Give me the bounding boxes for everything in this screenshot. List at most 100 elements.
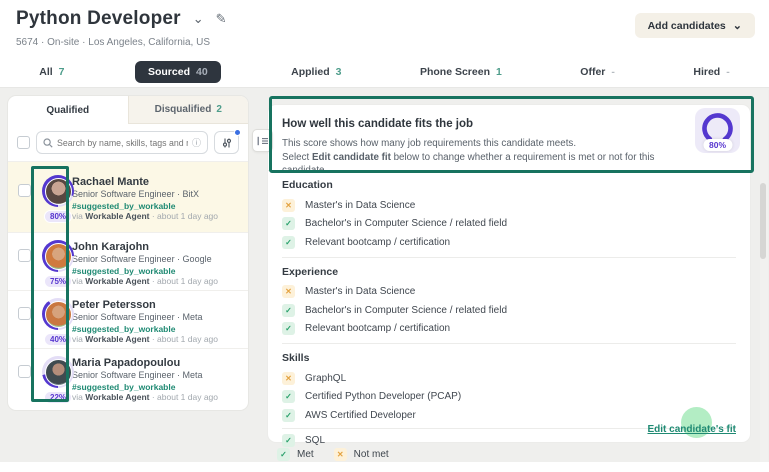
tab-applied[interactable]: Applied3 — [283, 61, 349, 83]
requirement-row: ✓ Relevant bootcamp / certification — [282, 320, 736, 339]
candidate-source: via Workable Agent · about 1 day ago — [72, 276, 248, 287]
candidate-tag[interactable]: #suggested_by_workable — [72, 382, 248, 393]
candidates-panel: Qualified Disqualified2 ⓘ — [8, 96, 248, 410]
edit-candidate-fit-link[interactable]: Edit candidate's fit — [647, 424, 736, 435]
scrollbar-thumb[interactable] — [760, 183, 766, 259]
requirement-row: ✕ GraphQL — [282, 369, 736, 388]
workable-job-pipeline: Python Developer ⌄ ✎ 5674 · On-site · Lo… — [0, 0, 769, 472]
add-candidates-button[interactable]: Add candidates ⌄ — [635, 13, 755, 38]
met-icon: ✓ — [277, 448, 290, 461]
candidate-checkbox[interactable] — [18, 307, 31, 320]
candidate-name[interactable]: Maria Papadopoulou — [72, 356, 248, 370]
chevron-down-icon[interactable]: ⌄ — [193, 14, 204, 24]
requirement-row: ✕ Master's in Data Science — [282, 196, 736, 215]
met-icon: ✓ — [282, 390, 295, 403]
legend-met: ✓ Met — [277, 448, 314, 461]
section-skills: Skills ✕ GraphQL ✓ Certified Python Deve… — [282, 344, 736, 455]
candidate-tag[interactable]: #suggested_by_workable — [72, 201, 248, 212]
match-ring — [42, 240, 74, 272]
collapse-panel-button[interactable] — [252, 129, 273, 152]
stage-tabs: All7 Sourced40 Applied3 Phone Screen1 Of… — [0, 57, 769, 87]
candidate-row[interactable]: 80% Rachael Mante Senior Software Engine… — [8, 162, 248, 232]
fit-header: How well this candidate fits the job Thi… — [268, 105, 750, 171]
met-icon: ✓ — [282, 434, 295, 447]
fit-score-gauge: 80% — [695, 108, 740, 153]
chevron-down-icon: ⌄ — [733, 21, 742, 31]
not-met-icon: ✕ — [282, 199, 295, 212]
requirement-row: ✓ AWS Certified Developer — [282, 406, 736, 425]
header: Python Developer ⌄ ✎ 5674 · On-site · Lo… — [0, 0, 769, 88]
met-icon: ✓ — [282, 304, 295, 317]
met-icon: ✓ — [282, 217, 295, 230]
requirement-row: ✓ Certified Python Developer (PCAP) — [282, 388, 736, 407]
candidate-row[interactable]: 75% John Karajohn Senior Software Engine… — [8, 232, 248, 290]
scrollbar-track — [760, 90, 768, 462]
avatar[interactable] — [45, 301, 72, 328]
search-icon — [43, 138, 53, 148]
fit-score-value: 80% — [703, 139, 732, 151]
candidate-title: Senior Software Engineer · BitX — [72, 189, 248, 201]
candidate-title: Senior Software Engineer · Meta — [72, 312, 248, 324]
avatar[interactable] — [45, 178, 72, 205]
job-meta: 5674 · On-site · Los Angeles, California… — [16, 37, 210, 48]
filter-sliders-icon — [221, 137, 233, 149]
candidate-checkbox[interactable] — [18, 249, 31, 262]
requirement-row: ✕ Master's in Data Science — [282, 283, 736, 302]
match-ring — [42, 175, 74, 207]
legend-not-met: ✕ Not met — [334, 448, 389, 461]
info-icon[interactable]: ⓘ — [192, 136, 201, 149]
tab-disqualified[interactable]: Disqualified2 — [128, 96, 249, 124]
page-title: Python Developer — [16, 8, 181, 30]
candidate-title: Senior Software Engineer · Google — [72, 254, 248, 266]
match-score-badge: 22% — [44, 391, 72, 404]
edit-job-icon[interactable]: ✎ — [216, 11, 227, 27]
avatar[interactable] — [45, 359, 72, 386]
tab-hired[interactable]: Hired- — [685, 61, 737, 83]
tab-all[interactable]: All7 — [31, 61, 72, 83]
tab-sourced[interactable]: Sourced40 — [135, 61, 221, 83]
candidate-source: via Workable Agent · about 1 day ago — [72, 211, 248, 222]
section-education: Education ✕ Master's in Data Science ✓ B… — [282, 171, 736, 258]
tab-qualified[interactable]: Qualified — [8, 96, 128, 124]
not-met-icon: ✕ — [282, 285, 295, 298]
candidate-checkbox[interactable] — [18, 365, 31, 378]
tab-phone-screen[interactable]: Phone Screen1 — [412, 61, 510, 83]
fit-title: How well this candidate fits the job — [282, 118, 670, 130]
match-score-badge: 80% — [44, 210, 72, 223]
match-score-badge: 40% — [44, 333, 72, 346]
met-icon: ✓ — [282, 409, 295, 422]
candidate-tag[interactable]: #suggested_by_workable — [72, 324, 248, 335]
requirement-row: ✓ Bachelor's in Computer Science / relat… — [282, 301, 736, 320]
match-score-badge: 75% — [44, 275, 72, 288]
section-experience: Experience ✕ Master's in Data Science ✓ … — [282, 258, 736, 345]
not-met-icon: ✕ — [334, 448, 347, 461]
tab-offer[interactable]: Offer- — [572, 61, 623, 83]
requirement-row: ✓ Relevant bootcamp / certification — [282, 233, 736, 252]
notification-dot — [234, 129, 241, 136]
not-met-icon: ✕ — [282, 372, 295, 385]
select-all-checkbox[interactable] — [17, 136, 30, 149]
search-input[interactable] — [57, 138, 188, 148]
search-box[interactable]: ⓘ — [36, 131, 208, 154]
candidate-source: via Workable Agent · about 1 day ago — [72, 334, 248, 345]
candidate-name[interactable]: Peter Petersson — [72, 298, 248, 312]
filters-button[interactable] — [214, 131, 239, 154]
candidate-checkbox[interactable] — [18, 184, 31, 197]
fit-legend: ✓ Met ✕ Not met — [277, 448, 389, 461]
candidate-tag[interactable]: #suggested_by_workable — [72, 266, 248, 277]
candidate-fit-panel: How well this candidate fits the job Thi… — [268, 105, 750, 442]
candidate-row[interactable]: 40% Peter Petersson Senior Software Engi… — [8, 290, 248, 348]
met-icon: ✓ — [282, 236, 295, 249]
candidate-source: via Workable Agent · about 1 day ago — [72, 392, 248, 403]
collapse-icon — [257, 136, 269, 146]
met-icon: ✓ — [282, 322, 295, 335]
avatar[interactable] — [45, 243, 72, 270]
fit-description: This score shows how many job requiremen… — [282, 137, 670, 178]
candidate-title: Senior Software Engineer · Meta — [72, 370, 248, 382]
candidate-row[interactable]: 22% Maria Papadopoulou Senior Software E… — [8, 348, 248, 406]
candidate-name[interactable]: John Karajohn — [72, 240, 248, 254]
requirement-row: ✓ Bachelor's in Computer Science / relat… — [282, 215, 736, 234]
candidate-name[interactable]: Rachael Mante — [72, 175, 248, 189]
match-ring — [42, 356, 74, 388]
match-ring — [42, 298, 74, 330]
